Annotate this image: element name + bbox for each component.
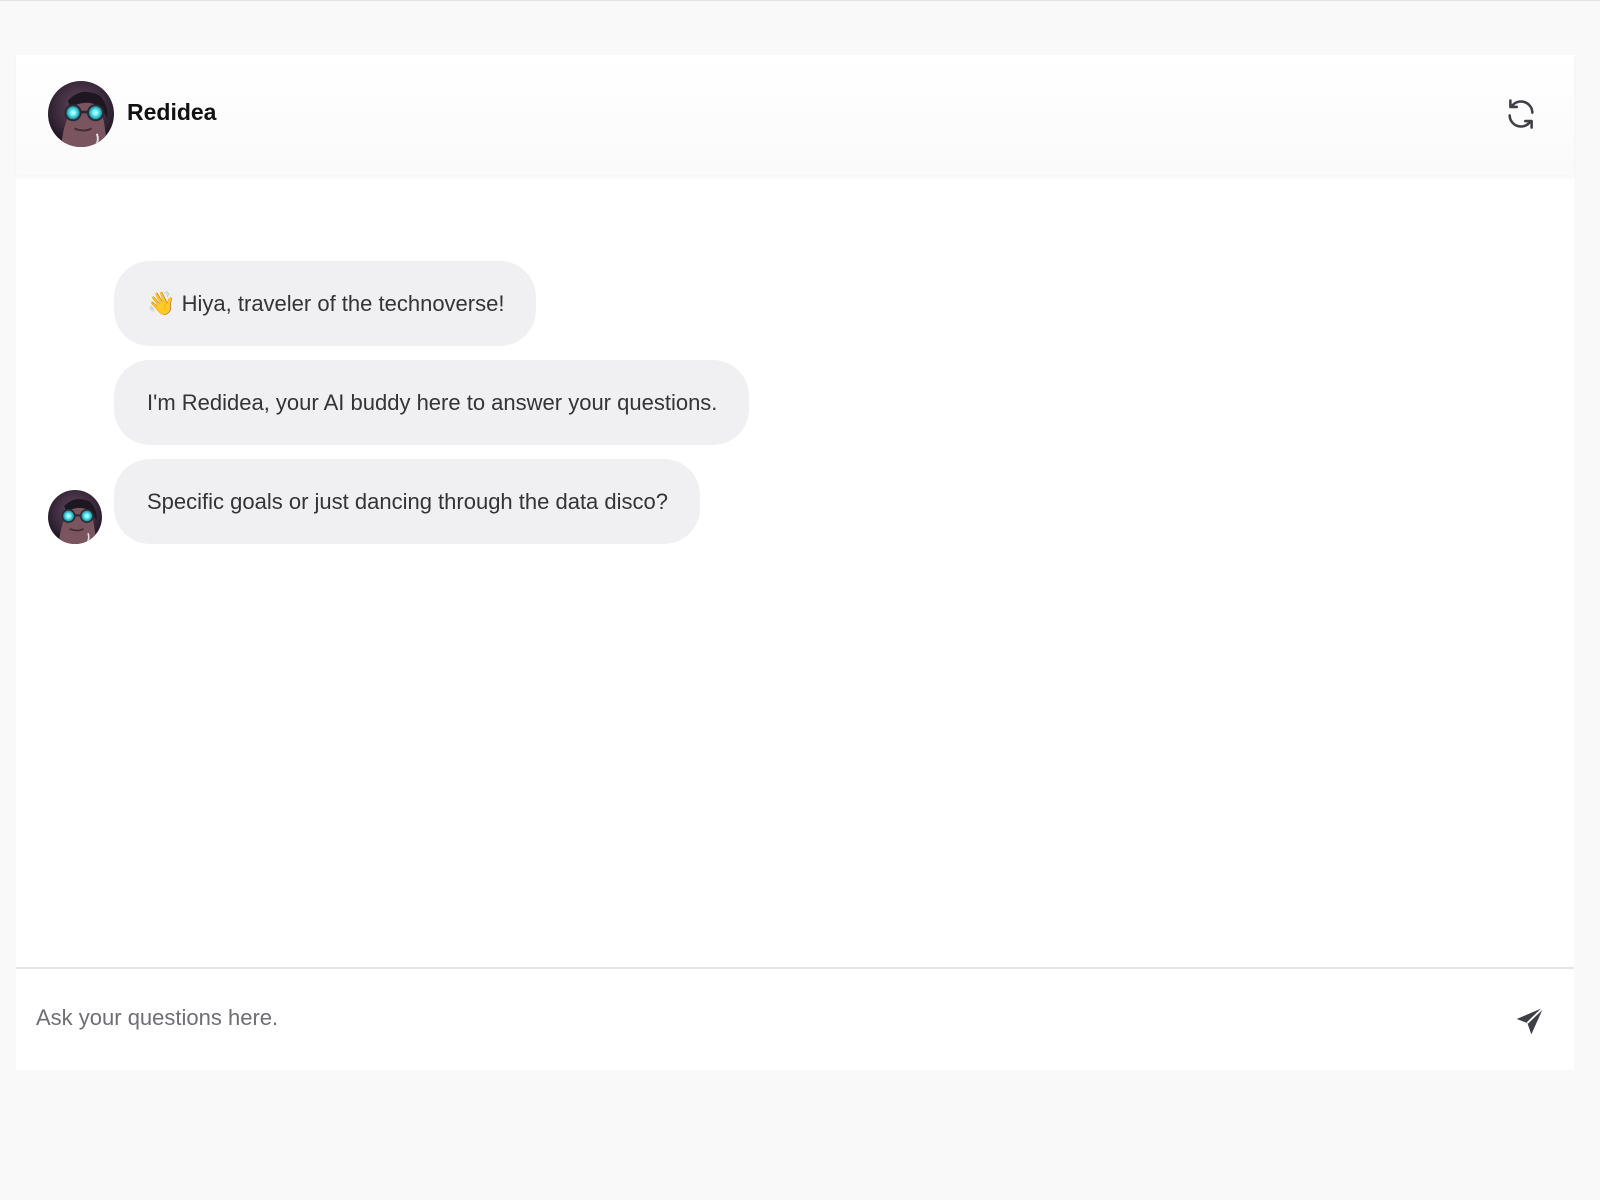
- message-bubble: Specific goals or just dancing through t…: [114, 459, 700, 544]
- bot-avatar-icon: [48, 81, 114, 147]
- message-bubble: I'm Redidea, your AI buddy here to answe…: [114, 360, 750, 445]
- composer: [16, 967, 1574, 1070]
- question-input[interactable]: [36, 993, 1476, 1043]
- send-icon: [1516, 1006, 1544, 1035]
- send-button[interactable]: [1514, 1005, 1546, 1037]
- message-bubble: 👋 Hiya, traveler of the technoverse!: [114, 261, 537, 346]
- message-list: 👋 Hiya, traveler of the technoverse! I'm…: [16, 175, 1574, 967]
- message-text: Specific goals or just dancing through t…: [147, 488, 668, 514]
- bot-message-avatar-icon: [48, 490, 102, 544]
- refresh-button[interactable]: [1504, 97, 1538, 131]
- waving-hand-icon: 👋: [147, 291, 176, 317]
- message-text: Hiya, traveler of the technoverse!: [181, 290, 505, 316]
- message-text: I'm Redidea, your AI buddy here to answe…: [147, 389, 718, 415]
- chat-window: Redidea 👋 Hiya, traveler of the technove…: [16, 55, 1574, 1070]
- top-border: [0, 0, 1600, 1]
- bot-name: Redidea: [127, 99, 217, 125]
- chat-header: Redidea: [16, 55, 1574, 175]
- refresh-icon: [1508, 99, 1534, 129]
